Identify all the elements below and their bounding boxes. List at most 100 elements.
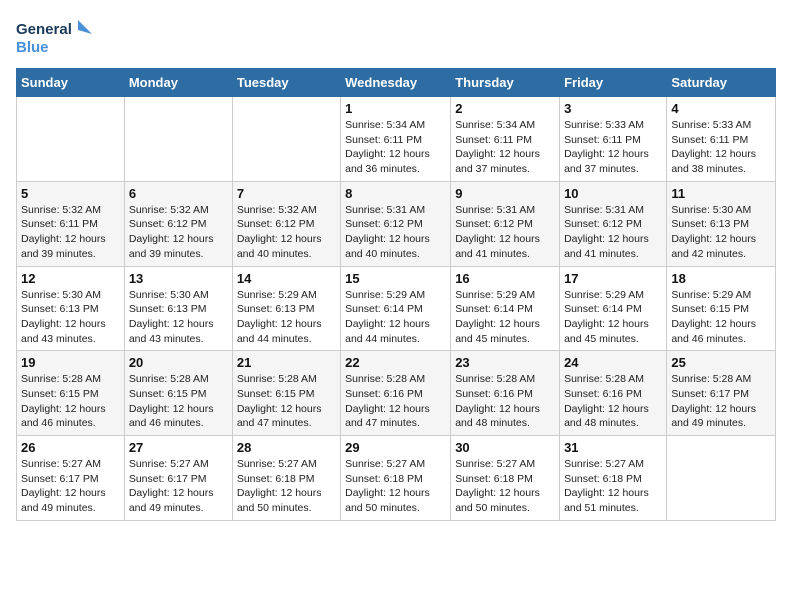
day-number: 31 bbox=[564, 440, 662, 455]
day-detail: Sunrise: 5:28 AM Sunset: 6:16 PM Dayligh… bbox=[455, 372, 555, 431]
day-number: 1 bbox=[345, 101, 446, 116]
day-number: 10 bbox=[564, 186, 662, 201]
day-cell: 29 Sunrise: 5:27 AM Sunset: 6:18 PM Dayli… bbox=[341, 436, 451, 521]
day-cell: 27Sunrise: 5:27 AM Sunset: 6:17 PM Dayli… bbox=[124, 436, 232, 521]
header-cell-saturday: Saturday bbox=[667, 69, 776, 97]
day-cell: 7Sunrise: 5:32 AM Sunset: 6:12 PM Daylig… bbox=[232, 181, 340, 266]
day-number: 22 bbox=[345, 355, 446, 370]
day-cell: 31 Sunrise: 5:27 AM Sunset: 6:18 PM Dayli… bbox=[560, 436, 667, 521]
day-cell bbox=[667, 436, 776, 521]
day-number: 13 bbox=[129, 271, 228, 286]
day-detail: Sunrise: 5:28 AM Sunset: 6:16 PM Dayligh… bbox=[345, 372, 446, 431]
day-detail: Sunrise: 5:34 AM Sunset: 6:11 PM Dayligh… bbox=[345, 118, 446, 177]
day-number: 14 bbox=[237, 271, 336, 286]
day-number: 18 bbox=[671, 271, 771, 286]
day-cell: 16 Sunrise: 5:29 AM Sunset: 6:14 PM Dayli… bbox=[451, 266, 560, 351]
day-cell: 6 Sunrise: 5:32 AM Sunset: 6:12 PM Daylig… bbox=[124, 181, 232, 266]
day-detail: Sunrise: 5:29 AM Sunset: 6:14 PM Dayligh… bbox=[455, 288, 555, 347]
day-detail: Sunrise: 5:27 AM Sunset: 6:17 PM Dayligh… bbox=[129, 457, 228, 516]
day-cell: 15Sunrise: 5:29 AM Sunset: 6:14 PM Dayli… bbox=[341, 266, 451, 351]
day-detail: Sunrise: 5:32 AM Sunset: 6:12 PM Dayligh… bbox=[237, 203, 336, 262]
day-detail: Sunrise: 5:29 AM Sunset: 6:15 PM Dayligh… bbox=[671, 288, 771, 347]
day-cell: 12Sunrise: 5:30 AM Sunset: 6:13 PM Dayli… bbox=[17, 266, 125, 351]
day-detail: Sunrise: 5:28 AM Sunset: 6:15 PM Dayligh… bbox=[21, 372, 120, 431]
day-cell bbox=[232, 97, 340, 182]
day-detail: Sunrise: 5:31 AM Sunset: 6:12 PM Dayligh… bbox=[455, 203, 555, 262]
day-cell bbox=[17, 97, 125, 182]
day-cell: 5 Sunrise: 5:32 AM Sunset: 6:11 PM Daylig… bbox=[17, 181, 125, 266]
day-detail: Sunrise: 5:34 AM Sunset: 6:11 PM Dayligh… bbox=[455, 118, 555, 177]
day-detail: Sunrise: 5:32 AM Sunset: 6:12 PM Dayligh… bbox=[129, 203, 228, 262]
day-cell: 28 Sunrise: 5:27 AM Sunset: 6:18 PM Dayli… bbox=[232, 436, 340, 521]
header-cell-friday: Friday bbox=[560, 69, 667, 97]
day-detail: Sunrise: 5:30 AM Sunset: 6:13 PM Dayligh… bbox=[129, 288, 228, 347]
day-detail: Sunrise: 5:33 AM Sunset: 6:11 PM Dayligh… bbox=[564, 118, 662, 177]
day-detail: Sunrise: 5:28 AM Sunset: 6:17 PM Dayligh… bbox=[671, 372, 771, 431]
day-cell: 21 Sunrise: 5:28 AM Sunset: 6:15 PM Dayli… bbox=[232, 351, 340, 436]
week-row-5: 26 Sunrise: 5:27 AM Sunset: 6:17 PM Dayli… bbox=[17, 436, 776, 521]
day-number: 17 bbox=[564, 271, 662, 286]
day-number: 15 bbox=[345, 271, 446, 286]
day-detail: Sunrise: 5:31 AM Sunset: 6:12 PM Dayligh… bbox=[564, 203, 662, 262]
day-cell: 22 Sunrise: 5:28 AM Sunset: 6:16 PM Dayli… bbox=[341, 351, 451, 436]
day-detail: Sunrise: 5:29 AM Sunset: 6:13 PM Dayligh… bbox=[237, 288, 336, 347]
day-cell: 10 Sunrise: 5:31 AM Sunset: 6:12 PM Dayli… bbox=[560, 181, 667, 266]
day-number: 26 bbox=[21, 440, 120, 455]
day-cell: 8 Sunrise: 5:31 AM Sunset: 6:12 PM Daylig… bbox=[341, 181, 451, 266]
day-cell: 23 Sunrise: 5:28 AM Sunset: 6:16 PM Dayli… bbox=[451, 351, 560, 436]
week-row-2: 5 Sunrise: 5:32 AM Sunset: 6:11 PM Daylig… bbox=[17, 181, 776, 266]
day-detail: Sunrise: 5:27 AM Sunset: 6:18 PM Dayligh… bbox=[345, 457, 446, 516]
header-cell-thursday: Thursday bbox=[451, 69, 560, 97]
header-row: SundayMondayTuesdayWednesdayThursdayFrid… bbox=[17, 69, 776, 97]
day-cell: 20 Sunrise: 5:28 AM Sunset: 6:15 PM Dayli… bbox=[124, 351, 232, 436]
day-detail: Sunrise: 5:27 AM Sunset: 6:18 PM Dayligh… bbox=[564, 457, 662, 516]
day-detail: Sunrise: 5:28 AM Sunset: 6:15 PM Dayligh… bbox=[237, 372, 336, 431]
day-number: 5 bbox=[21, 186, 120, 201]
calendar-table: SundayMondayTuesdayWednesdayThursdayFrid… bbox=[16, 68, 776, 521]
day-number: 4 bbox=[671, 101, 771, 116]
day-cell: 4Sunrise: 5:33 AM Sunset: 6:11 PM Daylig… bbox=[667, 97, 776, 182]
svg-text:General: General bbox=[16, 21, 72, 38]
day-number: 30 bbox=[455, 440, 555, 455]
day-cell bbox=[124, 97, 232, 182]
day-number: 24 bbox=[564, 355, 662, 370]
day-detail: Sunrise: 5:31 AM Sunset: 6:12 PM Dayligh… bbox=[345, 203, 446, 262]
day-detail: Sunrise: 5:28 AM Sunset: 6:16 PM Dayligh… bbox=[564, 372, 662, 431]
day-cell: 18 Sunrise: 5:29 AM Sunset: 6:15 PM Dayli… bbox=[667, 266, 776, 351]
day-number: 8 bbox=[345, 186, 446, 201]
day-number: 3 bbox=[564, 101, 662, 116]
day-cell: 25 Sunrise: 5:28 AM Sunset: 6:17 PM Dayli… bbox=[667, 351, 776, 436]
day-cell: 26Sunrise: 5:27 AM Sunset: 6:17 PM Dayli… bbox=[17, 436, 125, 521]
day-number: 19 bbox=[21, 355, 120, 370]
logo: General Blue bbox=[16, 16, 96, 60]
day-number: 28 bbox=[237, 440, 336, 455]
day-cell: 11Sunrise: 5:30 AM Sunset: 6:13 PM Dayli… bbox=[667, 181, 776, 266]
day-number: 12 bbox=[21, 271, 120, 286]
header-cell-wednesday: Wednesday bbox=[341, 69, 451, 97]
day-detail: Sunrise: 5:32 AM Sunset: 6:11 PM Dayligh… bbox=[21, 203, 120, 262]
day-number: 21 bbox=[237, 355, 336, 370]
page-header: General Blue bbox=[16, 16, 776, 60]
day-number: 11 bbox=[671, 186, 771, 201]
header-cell-monday: Monday bbox=[124, 69, 232, 97]
day-cell: 17Sunrise: 5:29 AM Sunset: 6:14 PM Dayli… bbox=[560, 266, 667, 351]
week-row-1: 1 Sunrise: 5:34 AM Sunset: 6:11 PM Daylig… bbox=[17, 97, 776, 182]
day-detail: Sunrise: 5:27 AM Sunset: 6:18 PM Dayligh… bbox=[237, 457, 336, 516]
day-cell: 30 Sunrise: 5:27 AM Sunset: 6:18 PM Dayli… bbox=[451, 436, 560, 521]
week-row-3: 12 Sunrise: 5:30 AM Sunset: 6:13 PM Dayli… bbox=[17, 266, 776, 351]
day-number: 25 bbox=[671, 355, 771, 370]
day-detail: Sunrise: 5:28 AM Sunset: 6:15 PM Dayligh… bbox=[129, 372, 228, 431]
day-number: 23 bbox=[455, 355, 555, 370]
logo-svg: General Blue bbox=[16, 16, 96, 60]
day-cell: 24 Sunrise: 5:28 AM Sunset: 6:16 PM Dayli… bbox=[560, 351, 667, 436]
day-detail: Sunrise: 5:27 AM Sunset: 6:18 PM Dayligh… bbox=[455, 457, 555, 516]
day-cell: 13 Sunrise: 5:30 AM Sunset: 6:13 PM Dayli… bbox=[124, 266, 232, 351]
day-number: 2 bbox=[455, 101, 555, 116]
header-cell-tuesday: Tuesday bbox=[232, 69, 340, 97]
day-number: 6 bbox=[129, 186, 228, 201]
week-row-4: 19 Sunrise: 5:28 AM Sunset: 6:15 PM Dayli… bbox=[17, 351, 776, 436]
day-number: 20 bbox=[129, 355, 228, 370]
day-number: 16 bbox=[455, 271, 555, 286]
day-number: 29 bbox=[345, 440, 446, 455]
svg-text:Blue: Blue bbox=[16, 39, 49, 56]
